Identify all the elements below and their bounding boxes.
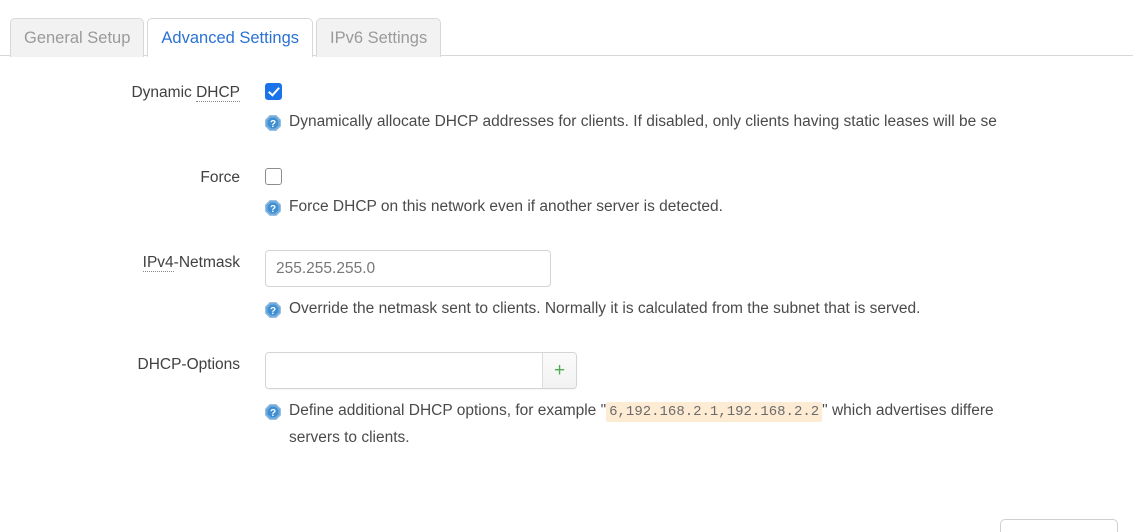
dhcp-options-input[interactable] <box>266 353 542 388</box>
settings-page: General Setup Advanced Settings IPv6 Set… <box>0 0 1133 532</box>
ipv4-netmask-input[interactable] <box>265 250 551 287</box>
label-text: Dynamic <box>131 84 197 101</box>
help-icon[interactable]: ? <box>265 114 281 131</box>
hint-text-container: Define additional DHCP options, for exam… <box>289 398 994 451</box>
help-icon[interactable]: ? <box>265 403 281 420</box>
hint-dhcp-options: ? Define additional DHCP options, for ex… <box>265 398 1133 451</box>
field-control-dynamic-dhcp: ? Dynamically allocate DHCP addresses fo… <box>265 80 1133 135</box>
plus-icon[interactable]: + <box>542 353 576 388</box>
help-icon[interactable]: ? <box>265 301 281 318</box>
field-label-dynamic-dhcp: Dynamic DHCP <box>0 80 265 104</box>
hint-text: Force DHCP on this network even if anoth… <box>289 198 723 215</box>
field-control-force: ? Force DHCP on this network even if ano… <box>265 165 1133 220</box>
svg-text:?: ? <box>270 204 276 215</box>
label-abbr-ipv4: IPv4 <box>142 254 174 272</box>
tab-label: General Setup <box>24 29 131 47</box>
field-dhcp-options: DHCP-Options + ? Define additional DHCP … <box>0 352 1133 451</box>
svg-text:?: ? <box>270 119 276 130</box>
label-text: -Netmask <box>173 254 240 271</box>
row-spacer <box>0 224 1133 250</box>
svg-text:?: ? <box>270 408 276 419</box>
bottom-action-button[interactable] <box>1000 519 1118 532</box>
dynamic-dhcp-checkbox[interactable] <box>265 83 282 100</box>
svg-text:?: ? <box>270 306 276 317</box>
field-dynamic-dhcp: Dynamic DHCP ? Dynamically allocate DHCP… <box>0 80 1133 135</box>
hint-dynamic-dhcp: ? Dynamically allocate DHCP addresses fo… <box>265 109 1133 135</box>
force-checkbox[interactable] <box>265 168 282 185</box>
tab-ipv6-settings[interactable]: IPv6 Settings <box>316 18 442 57</box>
help-icon[interactable]: ? <box>265 199 281 216</box>
tab-bar: General Setup Advanced Settings IPv6 Set… <box>0 0 1133 58</box>
field-control-dhcp-options: + ? Define additional DHCP options, for … <box>265 352 1133 451</box>
field-force: Force ? Force DHCP on this network even … <box>0 165 1133 220</box>
hint-text: Override the netmask sent to clients. No… <box>289 300 921 317</box>
tab-label: IPv6 Settings <box>330 29 428 47</box>
label-abbr-dhcp: DHCP <box>196 84 240 102</box>
hint-code-sample: 6,192.168.2.1,192.168.2.2 <box>606 402 823 422</box>
tab-advanced-settings[interactable]: Advanced Settings <box>147 18 313 58</box>
hint-ipv4-netmask: ? Override the netmask sent to clients. … <box>265 296 1133 322</box>
advanced-settings-form: Dynamic DHCP ? Dynamically allocate DHCP… <box>0 56 1133 451</box>
hint-force: ? Force DHCP on this network even if ano… <box>265 194 1133 220</box>
hint-text-part1: Define additional DHCP options, for exam… <box>289 402 607 419</box>
field-ipv4-netmask: IPv4-Netmask ? Override the netmask sent… <box>0 250 1133 322</box>
field-label-force: Force <box>200 169 240 186</box>
tab-label: Advanced Settings <box>161 29 299 47</box>
hint-text-part2: " which advertises differe <box>822 402 994 419</box>
hint-text-line2: servers to clients. <box>289 429 410 446</box>
hint-text: Dynamically allocate DHCP addresses for … <box>289 113 997 130</box>
dhcp-options-input-group: + <box>265 352 577 389</box>
field-label-dhcp-options: DHCP-Options <box>137 356 241 373</box>
row-spacer <box>0 326 1133 352</box>
field-label-ipv4-netmask: IPv4-Netmask <box>0 250 265 274</box>
field-control-ipv4-netmask: ? Override the netmask sent to clients. … <box>265 250 1133 322</box>
row-spacer <box>0 139 1133 165</box>
tab-general-setup[interactable]: General Setup <box>10 18 145 57</box>
